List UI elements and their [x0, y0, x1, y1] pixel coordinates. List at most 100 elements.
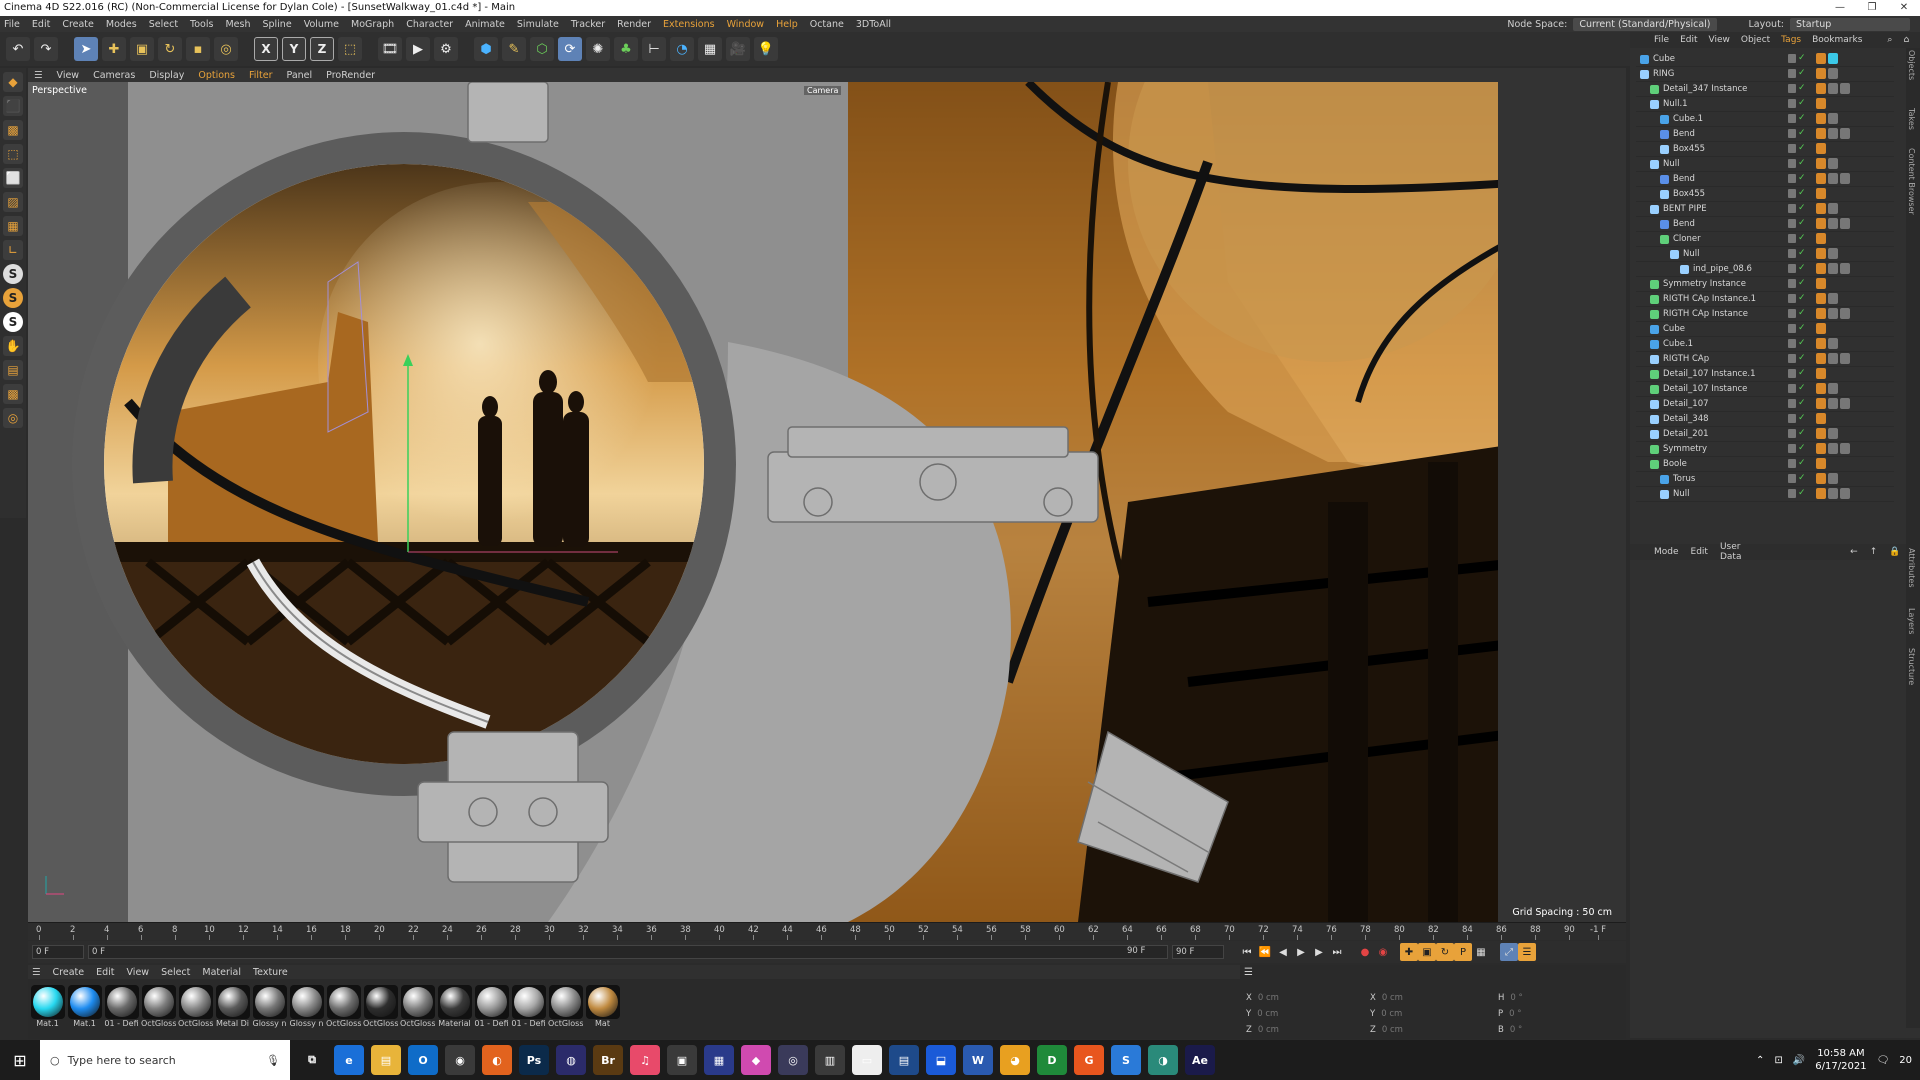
- enabled-check-icon[interactable]: ✓: [1798, 354, 1806, 363]
- material-swatch[interactable]: 01 - Defi: [104, 985, 139, 1028]
- material-swatch[interactable]: Glossy n: [252, 985, 287, 1028]
- attr-menu-mode[interactable]: Mode: [1654, 547, 1679, 557]
- object-tag-icon[interactable]: [1816, 308, 1826, 319]
- coord-pos-x[interactable]: 0 cm: [1258, 993, 1279, 1003]
- vp-menu-display[interactable]: Display: [149, 70, 184, 81]
- coord-size-z[interactable]: 0 cm: [1382, 1025, 1403, 1035]
- object-row[interactable]: ind_pipe_08.6 ✓: [1636, 262, 1894, 277]
- object-tag-icon[interactable]: [1816, 383, 1826, 394]
- object-tag-icon[interactable]: [1816, 188, 1826, 199]
- object-tag-icon[interactable]: [1816, 488, 1826, 499]
- object-tag-icon[interactable]: [1840, 173, 1850, 184]
- taskbar-app-icon[interactable]: ▤: [889, 1045, 919, 1075]
- object-tag-icon[interactable]: [1816, 398, 1826, 409]
- taskbar-app-icon[interactable]: ⬓: [926, 1045, 956, 1075]
- material-swatch[interactable]: Mat.1: [30, 985, 65, 1028]
- coord-row-x[interactable]: X 0 cm: [1246, 993, 1279, 1003]
- enabled-check-icon[interactable]: ✓: [1798, 324, 1806, 333]
- material-swatch[interactable]: OctGloss: [400, 985, 435, 1028]
- menu-tracker[interactable]: Tracker: [571, 19, 605, 30]
- enabled-check-icon[interactable]: ✓: [1798, 339, 1806, 348]
- node-space-select[interactable]: Current (Standard/Physical): [1573, 17, 1717, 31]
- axis-mode-icon[interactable]: ∟: [3, 240, 23, 260]
- material-swatch[interactable]: Material: [437, 985, 472, 1028]
- object-row[interactable]: Cube ✓: [1636, 52, 1894, 67]
- rotate-tool-icon[interactable]: ↻: [158, 37, 182, 61]
- close-button[interactable]: ✕: [1888, 0, 1920, 16]
- object-row[interactable]: Detail_347 Instance ✓: [1636, 82, 1894, 97]
- visibility-flags[interactable]: ✓: [1788, 114, 1806, 123]
- visibility-flags[interactable]: ✓: [1788, 279, 1806, 288]
- menu-mesh[interactable]: Mesh: [225, 19, 250, 30]
- tab-layers[interactable]: Layers: [1907, 608, 1916, 634]
- object-tag-icon[interactable]: [1816, 293, 1826, 304]
- object-tag-icon[interactable]: [1816, 203, 1826, 214]
- next-frame-icon[interactable]: ▶: [1310, 943, 1328, 961]
- object-tag-icon[interactable]: [1840, 398, 1850, 409]
- redo-icon[interactable]: ↷: [34, 37, 58, 61]
- workplane-snap-icon[interactable]: S: [3, 312, 23, 332]
- visibility-flags[interactable]: ✓: [1788, 444, 1806, 453]
- layer-icon[interactable]: [1788, 219, 1796, 228]
- om-menu-tags[interactable]: Tags: [1781, 35, 1801, 45]
- taskbar-app-icon[interactable]: G: [1074, 1045, 1104, 1075]
- menu-simulate[interactable]: Simulate: [517, 19, 559, 30]
- timeline-ruler[interactable]: 0 2 4 6 8 10 12 14 16 18 20 22 24 26 28 …: [28, 922, 1626, 940]
- visibility-flags[interactable]: ✓: [1788, 174, 1806, 183]
- visibility-flags[interactable]: ✓: [1788, 99, 1806, 108]
- menu-render[interactable]: Render: [617, 19, 651, 30]
- layer-icon[interactable]: [1788, 84, 1796, 93]
- vp-menu-options[interactable]: Options: [198, 70, 235, 81]
- menu-select[interactable]: Select: [149, 19, 178, 30]
- taskbar-app-icon[interactable]: ▤: [371, 1045, 401, 1075]
- menu-octane[interactable]: Octane: [810, 19, 844, 30]
- visibility-flags[interactable]: ✓: [1788, 324, 1806, 333]
- enabled-check-icon[interactable]: ✓: [1798, 309, 1806, 318]
- auto-key-icon[interactable]: ◉: [1374, 943, 1392, 961]
- object-tag-icon[interactable]: [1828, 338, 1838, 349]
- taskbar-app-icon[interactable]: ◍: [556, 1045, 586, 1075]
- object-tag-icon[interactable]: [1816, 158, 1826, 169]
- vp-menu-cameras[interactable]: Cameras: [93, 70, 135, 81]
- microphone-icon[interactable]: 🎙: [266, 1054, 280, 1067]
- om-menu-view[interactable]: View: [1709, 35, 1730, 45]
- object-tag-icon[interactable]: [1828, 158, 1838, 169]
- visibility-flags[interactable]: ✓: [1788, 69, 1806, 78]
- mat-menu-view[interactable]: View: [127, 967, 150, 978]
- task-view-icon[interactable]: ⧉: [297, 1045, 327, 1075]
- enabled-check-icon[interactable]: ✓: [1798, 279, 1806, 288]
- scale-tool-icon[interactable]: ▣: [130, 37, 154, 61]
- object-tag-icon[interactable]: [1828, 218, 1838, 229]
- model-mode-icon[interactable]: ⬛: [3, 96, 23, 116]
- taskbar-app-icon[interactable]: ▭: [852, 1045, 882, 1075]
- layer-icon[interactable]: [1788, 159, 1796, 168]
- layer-icon[interactable]: [1788, 99, 1796, 108]
- visibility-flags[interactable]: ✓: [1788, 384, 1806, 393]
- object-row[interactable]: Cube.1 ✓: [1636, 337, 1894, 352]
- taskbar-app-icon[interactable]: ◑: [1148, 1045, 1178, 1075]
- coord-rot-p[interactable]: 0 °: [1509, 1009, 1521, 1019]
- menu-3dtoall[interactable]: 3DToAll: [856, 19, 891, 30]
- tray-chevron-icon[interactable]: ⌃: [1756, 1055, 1764, 1066]
- taskbar-app-icon[interactable]: Ae: [1185, 1045, 1215, 1075]
- mat-menu-edit[interactable]: Edit: [96, 967, 114, 978]
- tweak-mode-icon[interactable]: ✋: [3, 336, 23, 356]
- visibility-flags[interactable]: ✓: [1788, 129, 1806, 138]
- clock[interactable]: 10:58 AM 6/17/2021: [1815, 1047, 1866, 1073]
- menu-character[interactable]: Character: [406, 19, 453, 30]
- visibility-flags[interactable]: ✓: [1788, 84, 1806, 93]
- taskbar-app-icon[interactable]: ▥: [815, 1045, 845, 1075]
- layer-icon[interactable]: [1788, 249, 1796, 258]
- object-tag-icon[interactable]: [1816, 413, 1826, 424]
- layer-icon[interactable]: [1788, 474, 1796, 483]
- object-row[interactable]: BENT PIPE ✓: [1636, 202, 1894, 217]
- object-tag-icon[interactable]: [1840, 128, 1850, 139]
- layer-icon[interactable]: [1788, 114, 1796, 123]
- cube-primitive-icon[interactable]: ⬢: [474, 37, 498, 61]
- enabled-check-icon[interactable]: ✓: [1798, 249, 1806, 258]
- object-row[interactable]: RING ✓: [1636, 67, 1894, 82]
- world-coordinates-icon[interactable]: ⬚: [338, 37, 362, 61]
- back-arrow-icon[interactable]: ←: [1850, 547, 1858, 557]
- material-swatch[interactable]: OctGloss: [363, 985, 398, 1028]
- object-tag-icon[interactable]: [1816, 263, 1826, 274]
